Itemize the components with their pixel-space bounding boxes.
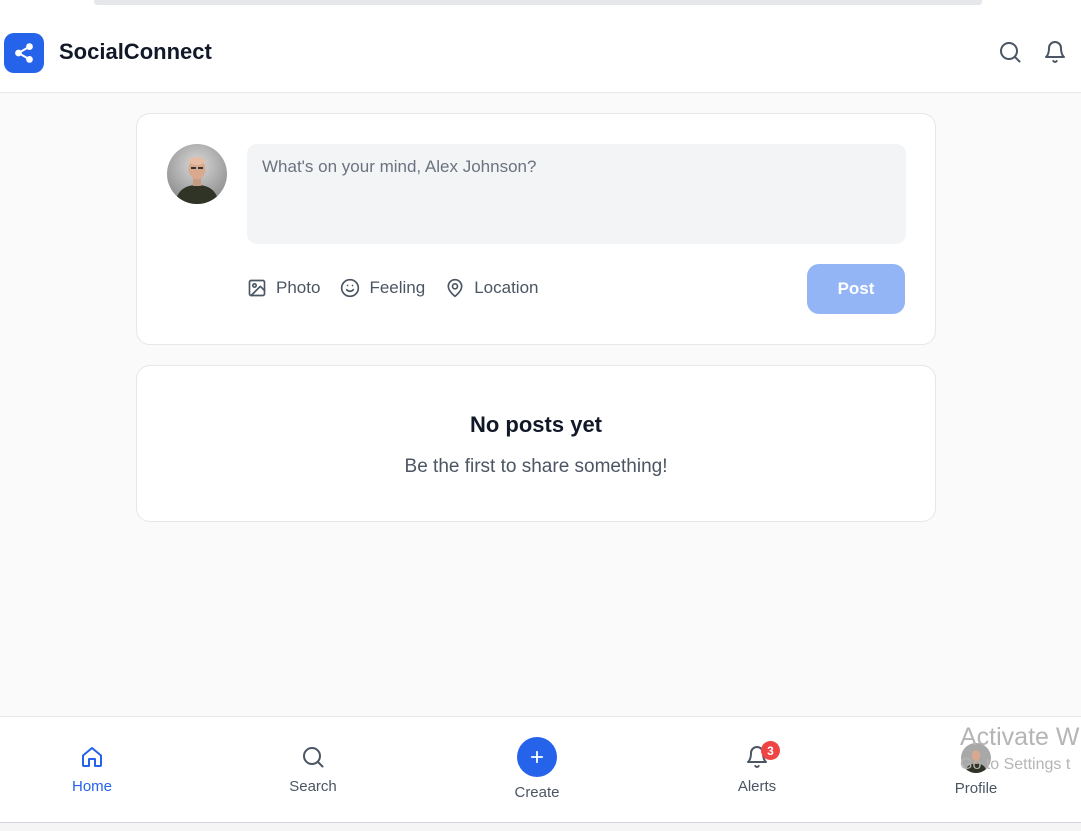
bell-icon (1045, 41, 1065, 63)
photo-label: Photo (276, 278, 321, 297)
image-icon (248, 279, 266, 297)
avatar-image (961, 743, 991, 773)
post-button[interactable]: Post (807, 264, 905, 314)
nav-alerts[interactable]: 3 Alerts (697, 717, 817, 823)
nav-create[interactable]: Create (477, 717, 597, 823)
app-header: SocialConnect (0, 12, 1081, 93)
alerts-badge: 3 (761, 741, 780, 760)
window-bottom-edge (0, 822, 1081, 831)
photo-button[interactable]: Photo (247, 278, 320, 298)
empty-feed-title: No posts yet (469, 412, 603, 437)
location-button[interactable]: Location (445, 278, 538, 298)
feeling-button[interactable]: Feeling (340, 278, 425, 298)
nav-home-label: Home (71, 778, 112, 795)
home-icon (82, 747, 102, 767)
nav-profile[interactable]: Profile (916, 717, 1036, 823)
avatar-image (167, 144, 227, 204)
plus-icon (530, 750, 544, 764)
nav-search[interactable]: Search (253, 717, 373, 823)
nav-home[interactable]: Home (32, 717, 152, 823)
composer-actions: Photo Feeling Location (247, 278, 538, 298)
profile-avatar (961, 743, 991, 773)
post-composer: Photo Feeling Location Post (136, 113, 936, 345)
scrollbar[interactable] (94, 0, 982, 5)
empty-feed-subtitle: Be the first to share something! (404, 456, 668, 477)
nav-alerts-label: Alerts (737, 778, 777, 795)
empty-feed-card: No posts yet Be the first to share somet… (136, 365, 936, 522)
smile-icon (341, 278, 360, 298)
create-button[interactable] (517, 737, 557, 777)
nav-search-label: Search (289, 778, 337, 795)
bottom-navigation: Home Search Create 3 Alerts Profile (0, 716, 1081, 822)
top-strip (0, 0, 1081, 12)
post-text-input[interactable] (247, 144, 906, 244)
map-pin-icon (447, 278, 463, 298)
user-avatar[interactable] (167, 144, 227, 204)
search-icon (303, 747, 324, 768)
search-icon (1000, 42, 1021, 63)
app-title: SocialConnect (59, 39, 212, 64)
location-label: Location (474, 278, 539, 297)
nav-create-label: Create (514, 784, 560, 801)
share-icon (15, 43, 33, 63)
header-search-button[interactable] (997, 39, 1023, 65)
nav-profile-label: Profile (954, 780, 998, 797)
app-logo[interactable] (4, 33, 44, 73)
header-notifications-button[interactable] (1042, 39, 1068, 65)
feeling-label: Feeling (369, 278, 426, 297)
